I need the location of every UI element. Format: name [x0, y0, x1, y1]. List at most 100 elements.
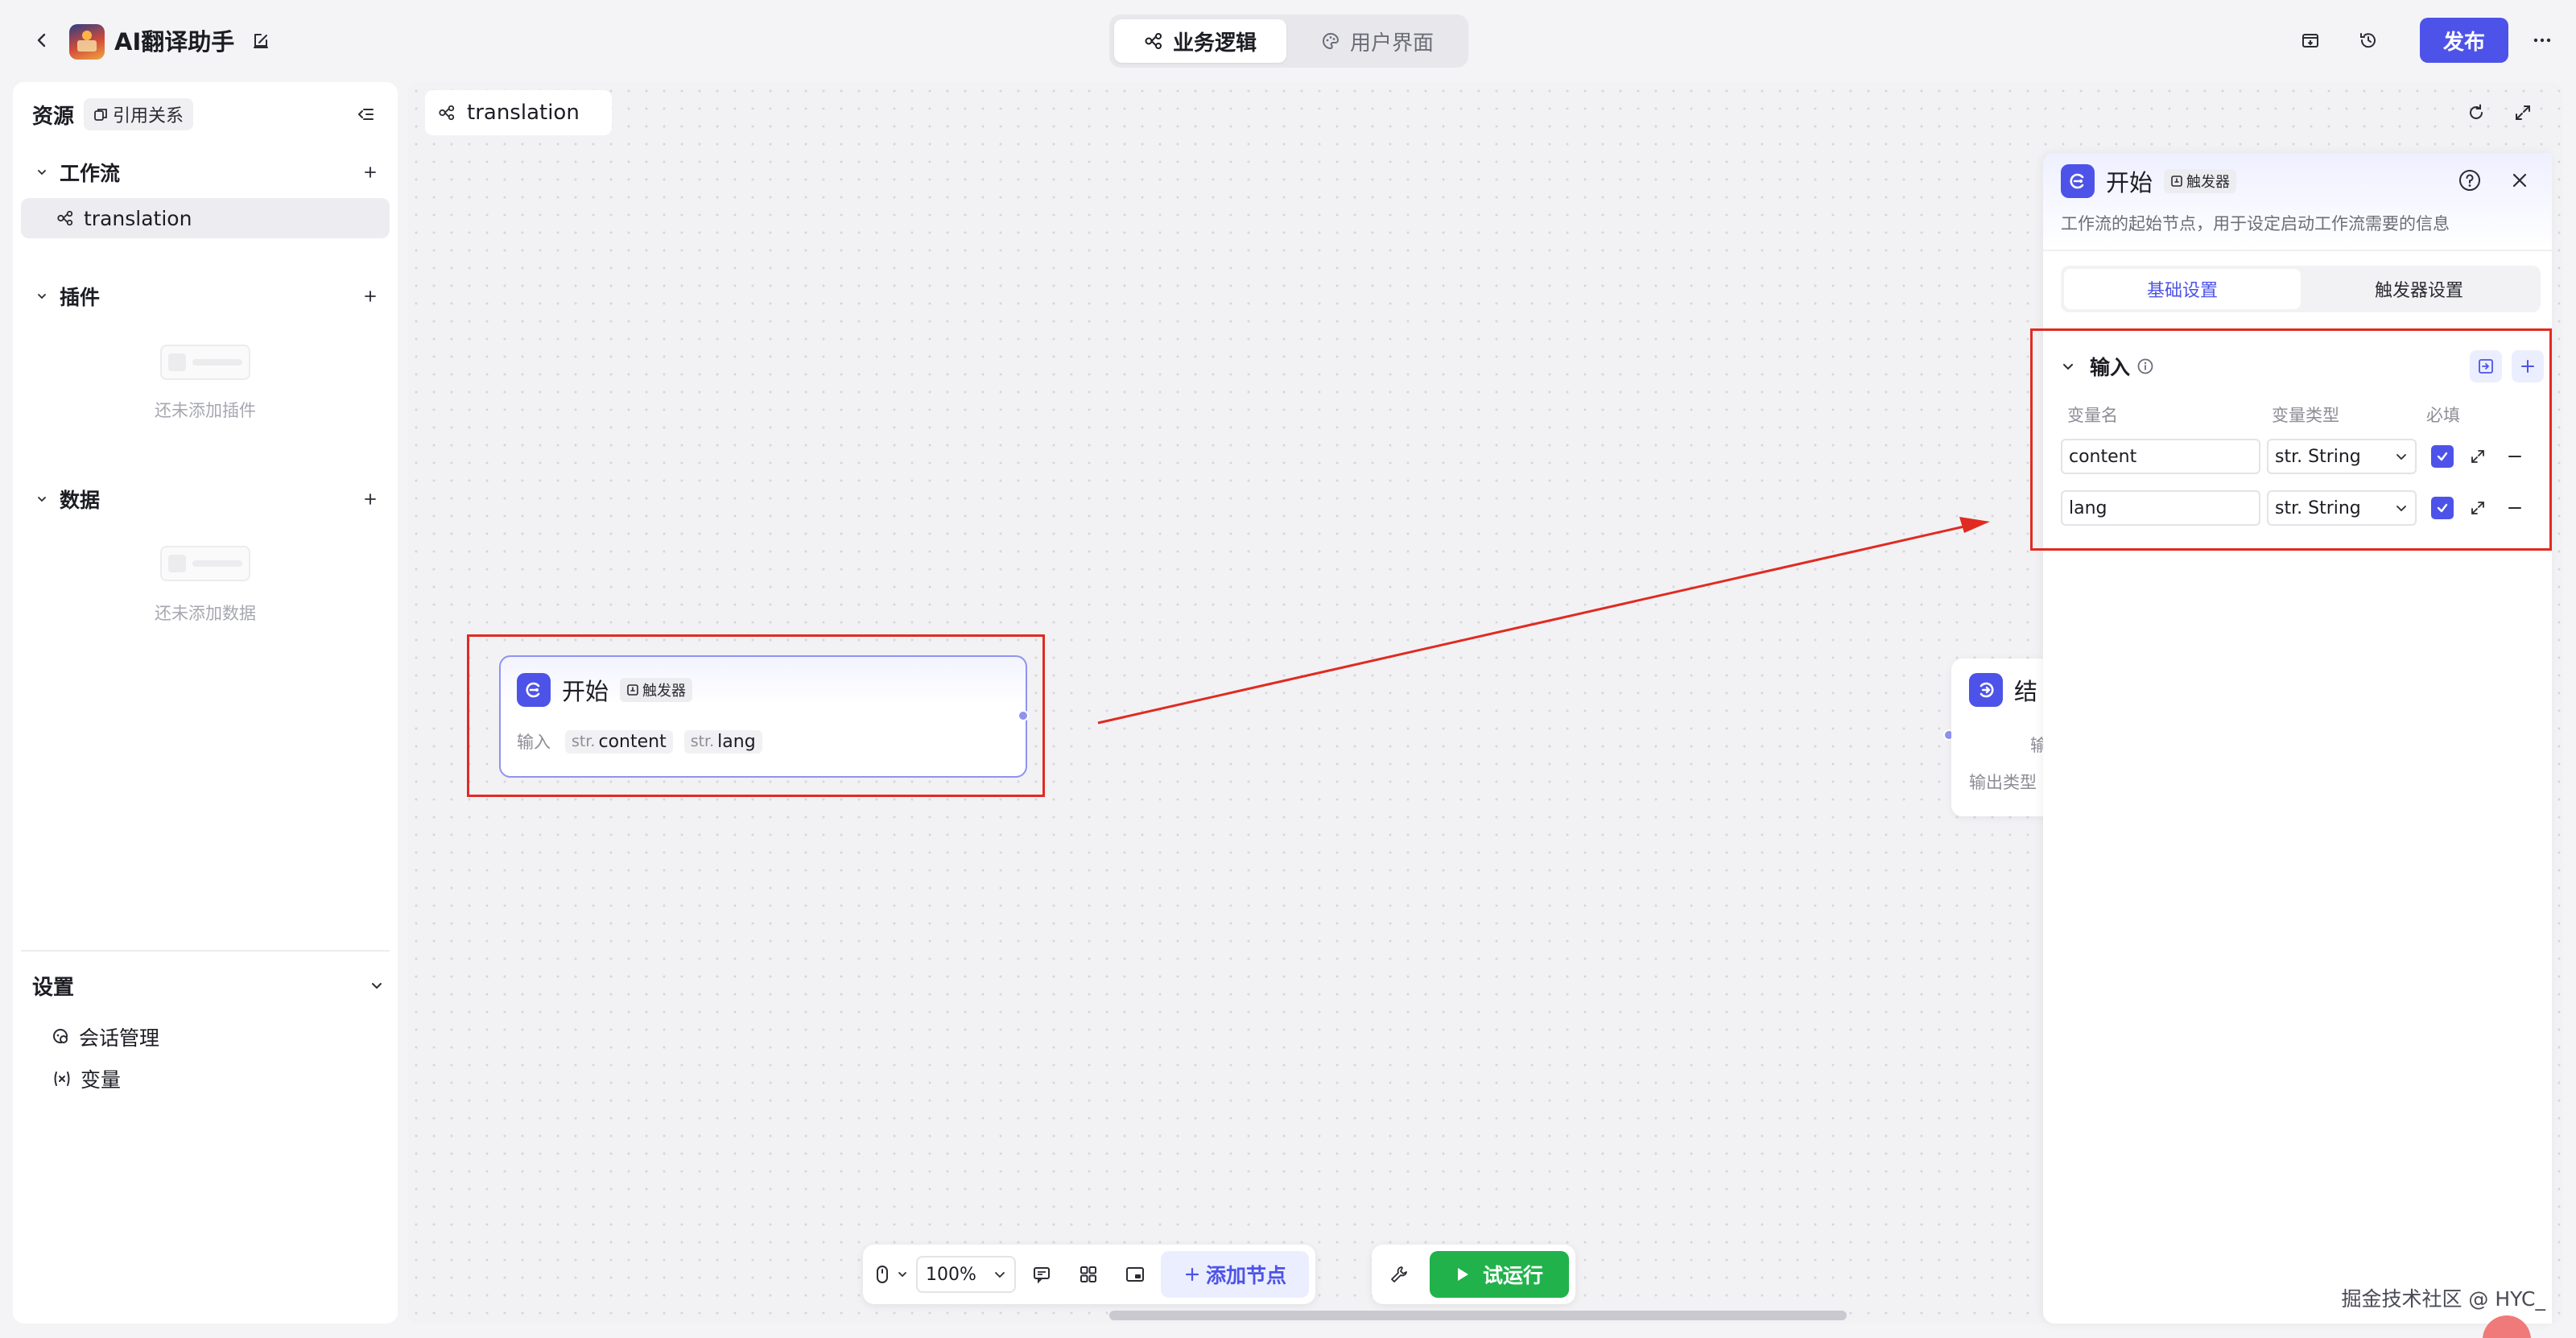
input-section-label: 输入: [2090, 356, 2131, 379]
auto-layout-button[interactable]: [1067, 1252, 1109, 1297]
plugin-section-header[interactable]: 插件: [32, 280, 385, 312]
remove-input-button[interactable]: [2502, 444, 2528, 469]
import-params-button[interactable]: [2470, 350, 2502, 382]
canvas-toolbar: 100% 添加节点: [863, 1245, 1316, 1304]
column-header-type: 变量类型: [2272, 406, 2339, 425]
publish-button[interactable]: 发布: [2420, 18, 2508, 63]
test-run-label: 试运行: [1483, 1264, 1544, 1287]
horizontal-scrollbar[interactable]: [1109, 1311, 1847, 1320]
start-node-icon: [2061, 164, 2095, 198]
tab-user-interface[interactable]: 用户界面: [1291, 19, 1463, 63]
app-title: AI翻译助手: [114, 28, 235, 56]
variable-type-value: str. String: [2275, 446, 2361, 467]
info-icon[interactable]: [2136, 357, 2154, 375]
data-section-header[interactable]: 数据: [32, 483, 385, 515]
add-node-button[interactable]: 添加节点: [1161, 1251, 1310, 1298]
empty-plugin-text: 还未添加插件: [155, 401, 256, 420]
help-icon: [2458, 168, 2482, 192]
collapse-sidebar-button[interactable]: [349, 98, 382, 130]
settings-item-variables[interactable]: 变量: [52, 1063, 121, 1095]
column-header-required: 必填: [2426, 406, 2460, 425]
chevron-down-icon: [369, 977, 385, 993]
chevron-down-icon: [897, 1269, 908, 1280]
zoom-value: 100%: [926, 1264, 976, 1285]
panel-header: 开始 触发器: [2061, 164, 2237, 198]
empty-plugin-illustration: [160, 345, 250, 380]
tab-business-logic-label: 业务逻辑: [1172, 31, 1257, 56]
check-icon: [2435, 449, 2450, 464]
add-data-button[interactable]: [356, 485, 385, 514]
tab-basic-settings[interactable]: 基础设置: [2064, 269, 2301, 309]
expand-icon: [2469, 448, 2487, 465]
settings-label: 设置: [32, 975, 75, 1000]
reference-relations-button[interactable]: 引用关系: [84, 98, 194, 130]
copy-icon: [93, 107, 108, 122]
workflow-icon: [56, 209, 74, 227]
chevron-down-icon[interactable]: [2061, 359, 2080, 374]
plugin-section-label: 插件: [60, 286, 101, 309]
comment-button[interactable]: [1021, 1252, 1063, 1297]
column-header-name: 变量名: [2067, 406, 2118, 425]
variable-name-input[interactable]: [2061, 490, 2260, 526]
zoom-select[interactable]: 100%: [916, 1256, 1016, 1293]
variable-type-select[interactable]: str. String: [2267, 490, 2417, 526]
required-checkbox[interactable]: [2431, 497, 2454, 519]
help-button[interactable]: [2452, 163, 2487, 198]
tab-trigger-settings[interactable]: 触发器设置: [2301, 269, 2537, 309]
variable-type-select[interactable]: str. String: [2267, 439, 2417, 474]
debug-tools-button[interactable]: [1378, 1252, 1420, 1297]
chevron-down-icon: [32, 166, 52, 179]
plus-icon: [1183, 1266, 1201, 1283]
remove-input-button[interactable]: [2502, 495, 2528, 521]
settings-section-header[interactable]: 设置: [32, 968, 385, 1003]
more-button[interactable]: [2523, 21, 2562, 60]
chevron-down-icon: [993, 1268, 1006, 1281]
edit-app-button[interactable]: [246, 27, 275, 56]
node-config-panel: 开始 触发器 工作流的起始节点，用于设定启动工作流需要的信息 基础设置 触发器设…: [2030, 153, 2552, 1324]
chevron-down-icon: [32, 290, 52, 303]
mouse-icon: [873, 1264, 892, 1285]
minus-icon: [2506, 499, 2524, 517]
data-section-label: 数据: [60, 489, 101, 512]
expand-icon: [2469, 499, 2487, 517]
collapse-left-icon: [356, 105, 375, 124]
grid-icon: [1078, 1264, 1099, 1285]
panel-divider: [2043, 250, 2552, 251]
history-button[interactable]: [2349, 21, 2388, 60]
top-bar: AI翻译助手 业务逻辑 用户界面 发布: [0, 0, 2576, 81]
required-checkbox[interactable]: [2431, 445, 2454, 468]
workflow-section-header[interactable]: 工作流: [32, 156, 385, 188]
add-plugin-button[interactable]: [356, 282, 385, 311]
chat-settings-icon: [52, 1027, 71, 1047]
panel-title: 开始: [2106, 169, 2153, 196]
input-row-content: str. String: [2061, 438, 2544, 475]
variable-name-input[interactable]: [2061, 439, 2260, 474]
panel-tabs: 基础设置 触发器设置: [2061, 266, 2541, 312]
minimap-icon: [1125, 1264, 1146, 1285]
sidebar-title: 资源: [32, 104, 75, 129]
test-run-button[interactable]: 试运行: [1430, 1251, 1570, 1298]
expand-settings-button[interactable]: [2465, 495, 2491, 521]
sidebar-item-label: translation: [84, 206, 192, 230]
trigger-icon: [2170, 175, 2183, 188]
interaction-mode-button[interactable]: [869, 1252, 911, 1297]
tab-business-logic[interactable]: 业务逻辑: [1114, 19, 1286, 63]
workflow-section-label: 工作流: [60, 162, 121, 185]
history-icon: [2358, 30, 2379, 51]
import-icon: [2477, 357, 2495, 375]
add-input-button[interactable]: [2512, 350, 2544, 382]
minimap-button[interactable]: [1114, 1252, 1156, 1297]
close-icon: [2509, 170, 2530, 191]
sidebar-item-translation[interactable]: translation: [21, 198, 390, 238]
close-panel-button[interactable]: [2502, 163, 2537, 198]
settings-item-conversation[interactable]: 会话管理: [52, 1021, 159, 1053]
back-button[interactable]: [26, 24, 58, 56]
workflow-icon: [1144, 31, 1163, 51]
edit-icon: [251, 31, 270, 51]
minus-icon: [2506, 448, 2524, 465]
chevron-left-icon: [34, 32, 50, 48]
save-version-button[interactable]: [2291, 21, 2330, 60]
add-workflow-button[interactable]: [356, 158, 385, 187]
expand-settings-button[interactable]: [2465, 444, 2491, 469]
resource-sidebar: 资源 引用关系 工作流 translation 插件 还未添加插件 数据 还未添…: [13, 82, 398, 1324]
